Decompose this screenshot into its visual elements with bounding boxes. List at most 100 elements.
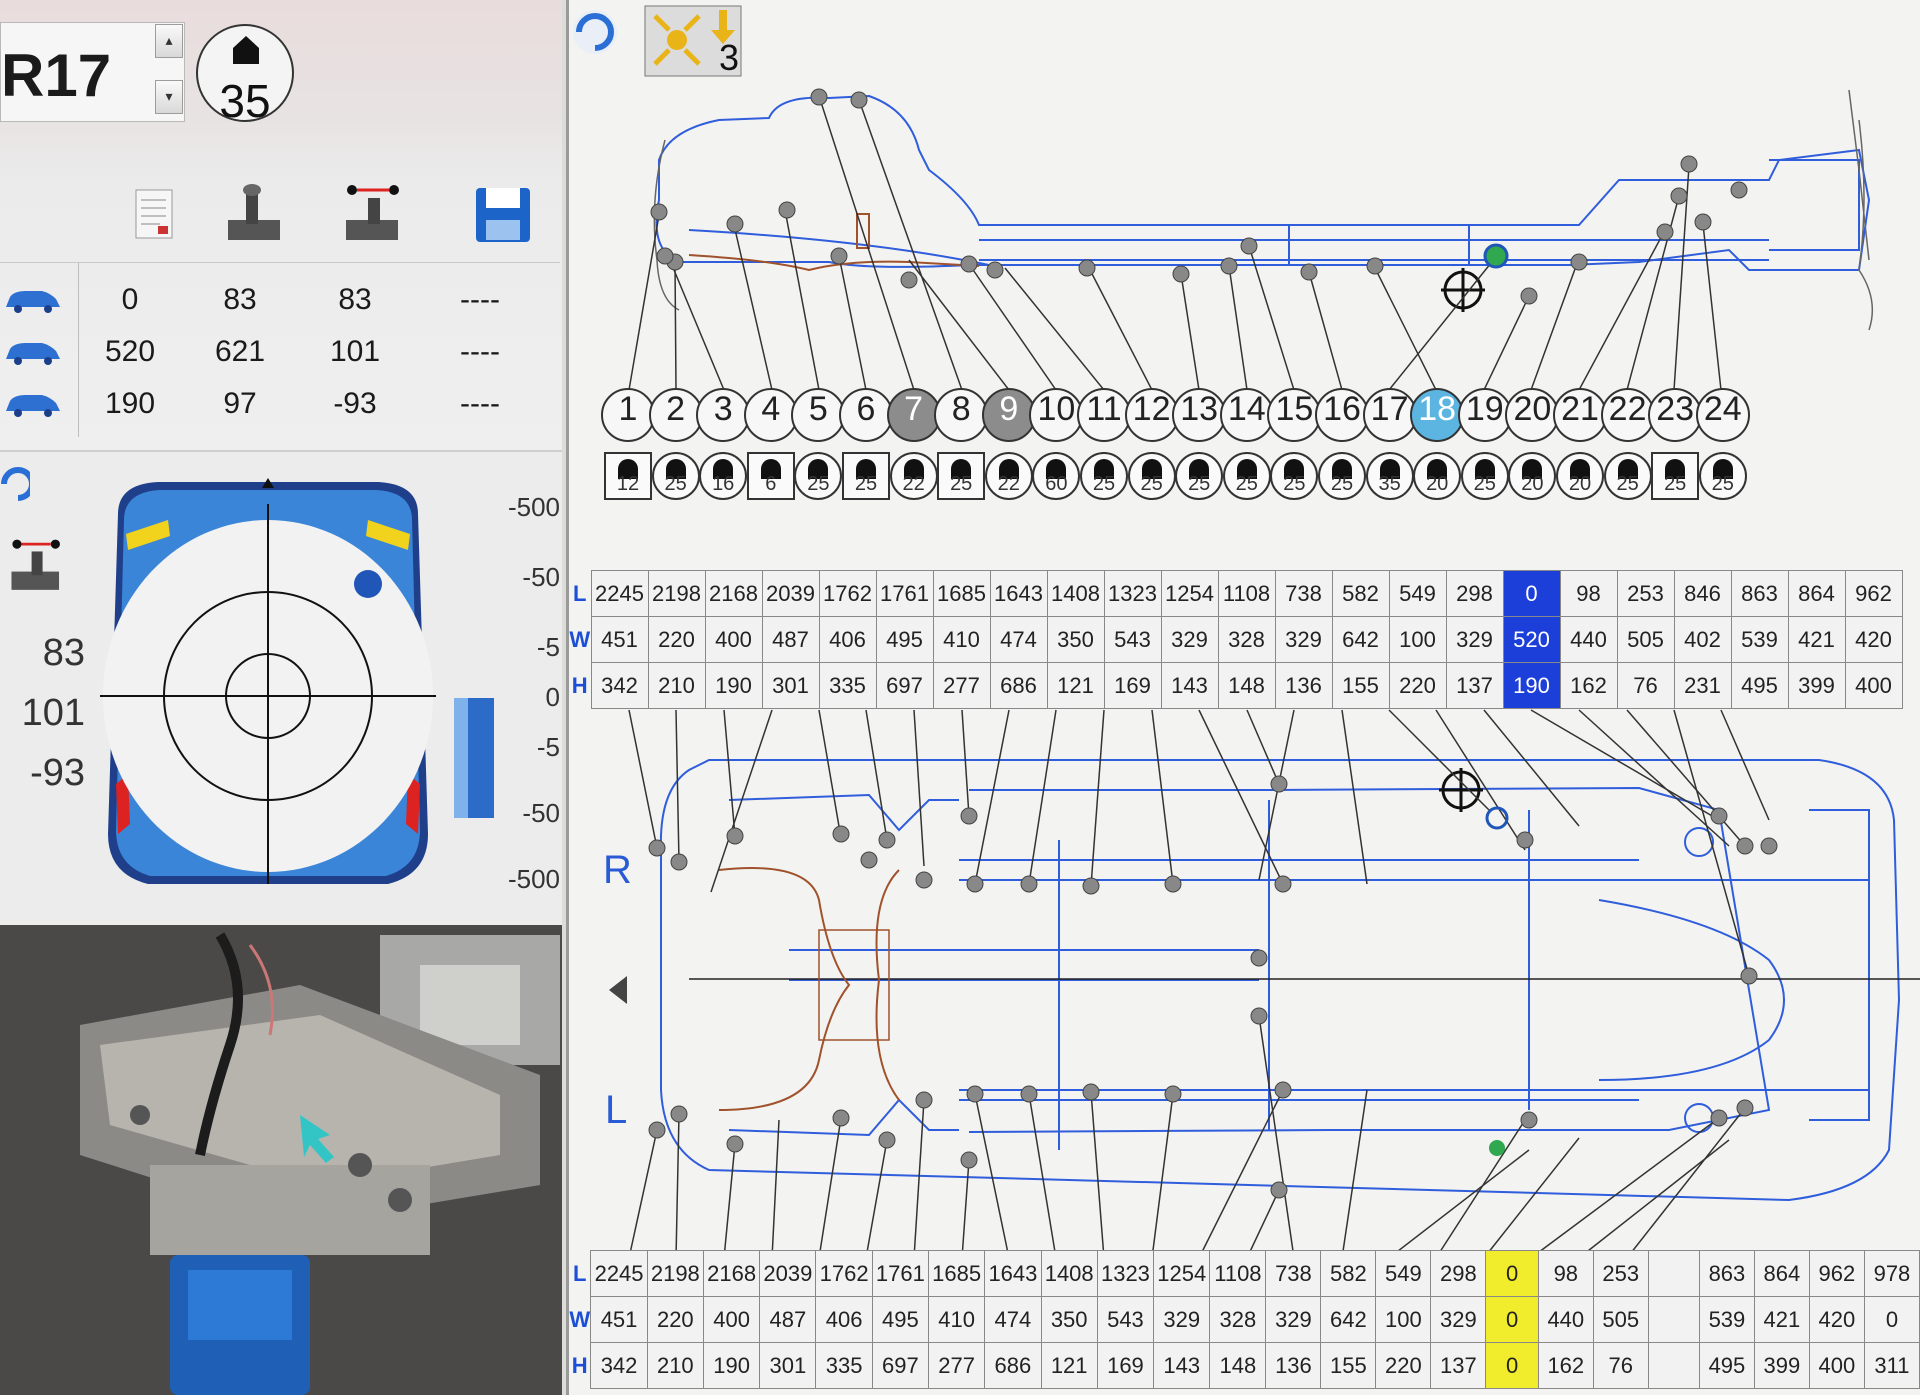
save-icon[interactable] xyxy=(468,180,538,250)
table-cell[interactable]: 1408 xyxy=(1040,1250,1098,1297)
table-cell[interactable]: 738 xyxy=(1265,1250,1322,1297)
table-cell[interactable]: 400 xyxy=(1808,1342,1865,1389)
table-cell[interactable]: 2039 xyxy=(759,1250,817,1297)
table-cell[interactable]: 298 xyxy=(1445,570,1504,617)
point-10-button[interactable]: 10 xyxy=(1029,388,1084,442)
table-cell[interactable]: 301 xyxy=(761,662,820,709)
table-cell[interactable]: 162 xyxy=(1559,662,1618,709)
table-cell[interactable]: 136 xyxy=(1265,1342,1322,1389)
table-cell[interactable]: 863 xyxy=(1730,570,1789,617)
table-cell[interactable]: 329 xyxy=(1445,616,1504,663)
table-cell[interactable]: 1685 xyxy=(932,570,991,617)
measuring-head-distance-icon[interactable] xyxy=(6,532,70,602)
table-cell[interactable]: 400 xyxy=(1844,662,1903,709)
table-cell[interactable]: 329 xyxy=(1265,1296,1322,1343)
table-cell[interactable]: 0 xyxy=(1502,570,1561,617)
table-cell[interactable]: 143 xyxy=(1153,1342,1211,1389)
table-cell[interactable]: 410 xyxy=(928,1296,986,1343)
table-cell[interactable]: 1761 xyxy=(875,570,934,617)
table-cell[interactable]: 539 xyxy=(1730,616,1789,663)
table-cell[interactable]: 697 xyxy=(875,662,934,709)
table-cell[interactable]: 505 xyxy=(1592,1296,1649,1343)
table-cell[interactable]: 98 xyxy=(1559,570,1618,617)
table-cell[interactable]: 190 xyxy=(1502,662,1561,709)
table-cell[interactable] xyxy=(1647,1250,1700,1297)
point-23-button[interactable]: 23 xyxy=(1648,388,1703,442)
point-16-button[interactable]: 16 xyxy=(1315,388,1369,442)
table-cell[interactable]: 400 xyxy=(704,616,763,663)
table-cell[interactable]: 686 xyxy=(989,662,1048,709)
table-cell[interactable]: 474 xyxy=(989,616,1048,663)
table-cell[interactable]: 440 xyxy=(1559,616,1618,663)
table-cell[interactable]: 0 xyxy=(1485,1296,1539,1343)
table-cell[interactable]: 210 xyxy=(647,662,706,709)
table-cell[interactable]: 420 xyxy=(1844,616,1903,663)
table-cell[interactable]: 487 xyxy=(761,616,820,663)
table-cell[interactable]: 1643 xyxy=(984,1250,1042,1297)
point-11-button[interactable]: 11 xyxy=(1077,388,1131,442)
table-cell[interactable]: 98 xyxy=(1537,1250,1594,1297)
table-cell[interactable]: 406 xyxy=(818,616,877,663)
point-5-button[interactable]: 5 xyxy=(791,388,846,442)
table-cell[interactable]: 210 xyxy=(646,1342,704,1389)
table-cell[interactable]: 399 xyxy=(1753,1342,1810,1389)
table-cell[interactable]: 421 xyxy=(1753,1296,1810,1343)
table-cell[interactable]: 495 xyxy=(875,616,934,663)
table-cell[interactable]: 846 xyxy=(1673,570,1732,617)
point-24-button[interactable]: 24 xyxy=(1695,388,1750,442)
point-6-button[interactable]: 6 xyxy=(839,388,893,442)
table-cell[interactable]: 155 xyxy=(1320,1342,1377,1389)
table-cell[interactable]: 0 xyxy=(1485,1250,1539,1297)
table-cell[interactable]: 406 xyxy=(815,1296,873,1343)
point-13-button[interactable]: 13 xyxy=(1172,388,1227,442)
table-cell[interactable]: 543 xyxy=(1096,1296,1155,1343)
measuring-head-icon[interactable] xyxy=(222,180,292,250)
table-cell[interactable]: 0 xyxy=(1485,1342,1539,1389)
table-cell[interactable]: 2039 xyxy=(761,570,820,617)
table-cell[interactable]: 863 xyxy=(1698,1250,1755,1297)
table-cell[interactable]: 0 xyxy=(1863,1296,1920,1343)
table-cell[interactable]: 76 xyxy=(1616,662,1675,709)
table-cell[interactable]: 169 xyxy=(1096,1342,1155,1389)
point-19-button[interactable]: 19 xyxy=(1457,388,1512,442)
table-cell[interactable]: 1761 xyxy=(871,1250,930,1297)
table-cell[interactable]: 100 xyxy=(1375,1296,1432,1343)
table-cell[interactable]: 121 xyxy=(1040,1342,1098,1389)
table-cell[interactable]: 451 xyxy=(590,616,649,663)
point-7-button[interactable]: 7 xyxy=(886,388,941,442)
point-15-button[interactable]: 15 xyxy=(1267,388,1322,442)
table-cell[interactable]: 2168 xyxy=(704,570,763,617)
hole-size-badge[interactable]: 35 xyxy=(196,24,294,127)
table-cell[interactable]: 505 xyxy=(1616,616,1675,663)
table-cell[interactable]: 1643 xyxy=(989,570,1048,617)
table-cell[interactable] xyxy=(1647,1296,1700,1343)
table-cell[interactable]: 350 xyxy=(1046,616,1105,663)
table-cell[interactable]: 220 xyxy=(647,616,706,663)
table-cell[interactable]: 100 xyxy=(1388,616,1447,663)
table-cell[interactable]: 1108 xyxy=(1209,1250,1267,1297)
table-cell[interactable]: 329 xyxy=(1153,1296,1211,1343)
table-cell[interactable]: 864 xyxy=(1753,1250,1810,1297)
table-cell[interactable]: 1408 xyxy=(1046,570,1105,617)
table-cell[interactable]: 495 xyxy=(1698,1342,1755,1389)
point-17-button[interactable]: 17 xyxy=(1362,388,1417,442)
table-cell[interactable]: 738 xyxy=(1274,570,1333,617)
table-cell[interactable]: 277 xyxy=(928,1342,986,1389)
table-cell[interactable]: 864 xyxy=(1787,570,1846,617)
table-cell[interactable]: 342 xyxy=(590,662,649,709)
table-cell[interactable]: 962 xyxy=(1808,1250,1865,1297)
measuring-head-distance-icon[interactable] xyxy=(340,180,410,250)
table-cell[interactable]: 220 xyxy=(1388,662,1447,709)
table-cell[interactable]: 2198 xyxy=(647,570,706,617)
table-cell[interactable]: 495 xyxy=(871,1296,930,1343)
point-9-button[interactable]: 9 xyxy=(981,388,1036,442)
point-18-button[interactable]: 18 xyxy=(1410,388,1465,442)
table-cell[interactable]: 1323 xyxy=(1103,570,1162,617)
table-cell[interactable]: 520 xyxy=(1502,616,1561,663)
table-cell[interactable]: 582 xyxy=(1331,570,1390,617)
point-8-button[interactable]: 8 xyxy=(934,388,989,442)
table-cell[interactable]: 137 xyxy=(1430,1342,1487,1389)
reference-down-button[interactable]: ▾ xyxy=(155,80,183,114)
table-cell[interactable]: 642 xyxy=(1331,616,1390,663)
table-cell[interactable]: 335 xyxy=(815,1342,873,1389)
